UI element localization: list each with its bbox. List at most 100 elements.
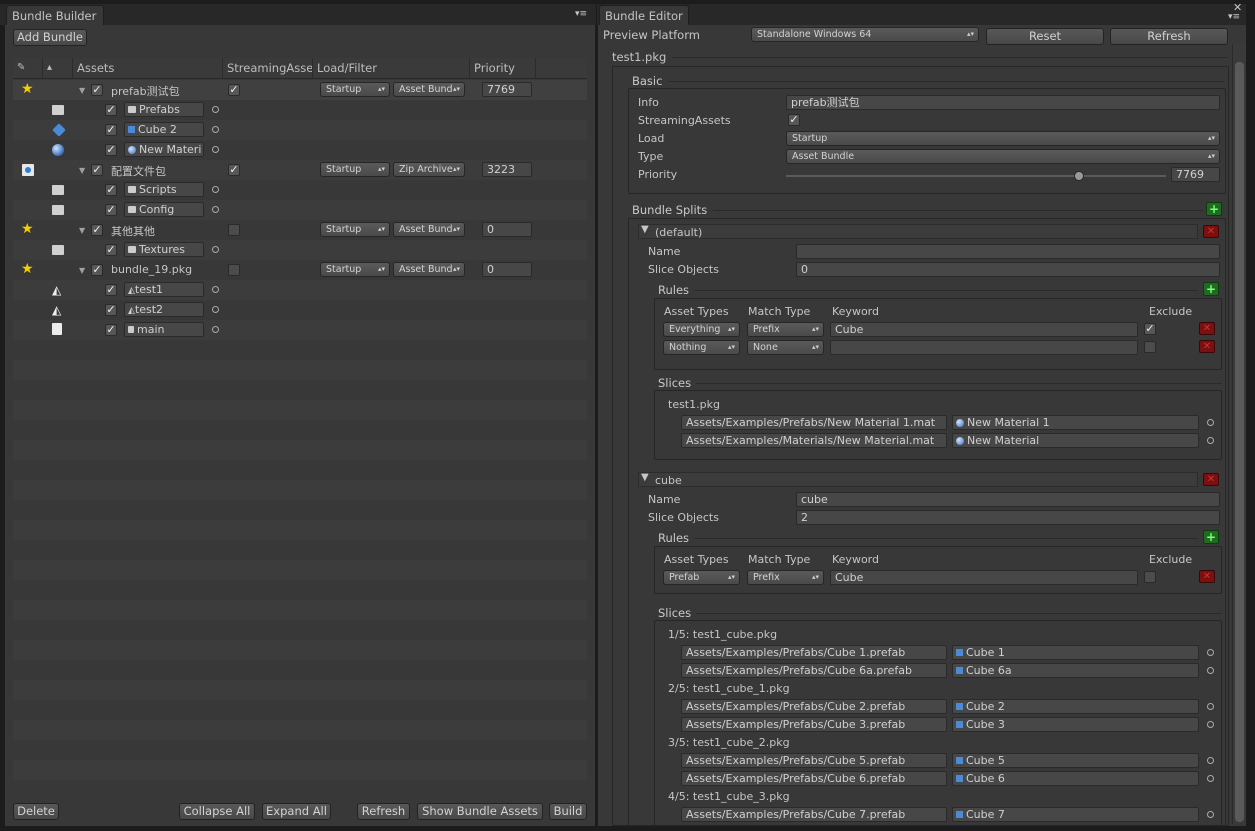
- delete-button[interactable]: Delete: [13, 803, 59, 820]
- fold-arrow-icon[interactable]: ▼: [79, 266, 85, 275]
- asset-checkbox[interactable]: ✓: [105, 324, 117, 336]
- slice-object-field[interactable]: New Material: [952, 433, 1199, 448]
- object-picker-icon[interactable]: [1207, 703, 1214, 710]
- priority-field[interactable]: 0: [482, 262, 532, 277]
- streaming-column-header[interactable]: StreamingAsse: [223, 58, 313, 78]
- tree-row[interactable]: [13, 200, 587, 220]
- load-dropdown[interactable]: Startup ▴▾: [320, 162, 390, 177]
- platform-dropdown[interactable]: Standalone Windows 64 ▴▾: [751, 27, 979, 42]
- object-picker-icon[interactable]: [212, 286, 219, 293]
- tab-bundle-builder[interactable]: Bundle Builder: [6, 5, 104, 25]
- asset-checkbox[interactable]: ✓: [105, 124, 117, 136]
- asset-checkbox[interactable]: ✓: [105, 104, 117, 116]
- slice-object-field[interactable]: Cube 2: [952, 699, 1199, 714]
- object-picker-icon[interactable]: [1207, 811, 1214, 818]
- info-field[interactable]: prefab测试包: [786, 95, 1220, 110]
- tree-row[interactable]: [13, 320, 587, 340]
- type-select[interactable]: Asset Bundle ▴▾: [786, 149, 1220, 164]
- asset-field[interactable]: Cube 2: [124, 122, 204, 137]
- slice-object-field[interactable]: Cube 7: [952, 807, 1199, 822]
- collapse-all-button[interactable]: Collapse All: [179, 803, 255, 820]
- slice-objects-field[interactable]: 2: [796, 510, 1220, 525]
- asset-field[interactable]: New Materi: [124, 142, 204, 157]
- slice-object-field[interactable]: Cube 5: [952, 753, 1199, 768]
- bundle-enabled-checkbox[interactable]: ✓: [91, 84, 103, 96]
- object-picker-icon[interactable]: [212, 306, 219, 313]
- remove-split-button[interactable]: ✕: [1203, 225, 1219, 238]
- load-select[interactable]: Startup ▴▾: [786, 131, 1220, 146]
- asset-field[interactable]: Textures: [124, 242, 204, 257]
- object-picker-icon[interactable]: [212, 206, 219, 213]
- object-picker-icon[interactable]: [212, 106, 219, 113]
- slice-object-field[interactable]: Cube 3: [952, 717, 1199, 732]
- split-cube-header[interactable]: [638, 472, 1198, 487]
- streaming-checkbox[interactable]: ✓: [228, 84, 240, 96]
- asset-checkbox[interactable]: ✓: [105, 204, 117, 216]
- asset-field[interactable]: Config: [124, 202, 204, 217]
- remove-rule-button[interactable]: ✕: [1199, 570, 1215, 583]
- keyword-input[interactable]: [830, 340, 1138, 355]
- object-picker-icon[interactable]: [212, 126, 219, 133]
- match-type-dropdown[interactable]: Prefix ▴▾: [747, 570, 824, 585]
- tree-row[interactable]: [13, 120, 587, 140]
- object-picker-icon[interactable]: [212, 326, 219, 333]
- streaming-checkbox[interactable]: ✓: [228, 164, 240, 176]
- streaming-checkbox[interactable]: [228, 264, 240, 276]
- tab-bundle-editor[interactable]: Bundle Editor: [599, 5, 689, 25]
- expand-all-button[interactable]: Expand All: [262, 803, 331, 820]
- tree-row[interactable]: [13, 280, 587, 300]
- add-rule-button[interactable]: +: [1203, 282, 1219, 296]
- slice-object-field[interactable]: Cube 6: [952, 771, 1199, 786]
- type-dropdown[interactable]: Zip Archive ▴▾: [393, 162, 465, 177]
- slice-objects-field[interactable]: 0: [796, 262, 1220, 277]
- bundle-enabled-checkbox[interactable]: ✓: [91, 224, 103, 236]
- load-dropdown[interactable]: Startup ▴▾: [320, 262, 390, 277]
- show-bundle-assets-button[interactable]: Show Bundle Assets: [417, 803, 543, 820]
- reset-button[interactable]: Reset: [986, 28, 1104, 45]
- object-picker-icon[interactable]: [1207, 775, 1214, 782]
- asset-types-dropdown[interactable]: Prefab ▴▾: [663, 570, 740, 585]
- add-rule-button[interactable]: +: [1203, 530, 1219, 544]
- refresh-button[interactable]: Refresh: [357, 803, 410, 820]
- type-dropdown[interactable]: Asset Bund ▴▾: [393, 222, 465, 237]
- slice-object-field[interactable]: New Material 1: [952, 415, 1199, 430]
- assets-column-header[interactable]: Assets: [73, 58, 223, 78]
- scrollbar-thumb[interactable]: [1235, 62, 1244, 822]
- object-picker-icon[interactable]: [1207, 757, 1214, 764]
- object-picker-icon[interactable]: [1207, 437, 1214, 444]
- load-dropdown[interactable]: Startup ▴▾: [320, 222, 390, 237]
- exclude-checkbox[interactable]: ✓: [1144, 323, 1156, 335]
- keyword-input[interactable]: Cube: [830, 322, 1138, 337]
- bundle-enabled-checkbox[interactable]: ✓: [91, 164, 103, 176]
- asset-types-dropdown[interactable]: Nothing ▴▾: [663, 340, 740, 355]
- asset-field[interactable]: ◭test2: [124, 302, 204, 317]
- fold-arrow-icon[interactable]: ▼: [79, 226, 85, 235]
- keyword-input[interactable]: Cube: [830, 570, 1138, 585]
- load-dropdown[interactable]: Startup ▴▾: [320, 82, 390, 97]
- tree-row[interactable]: [13, 100, 587, 120]
- exclude-checkbox[interactable]: [1144, 571, 1156, 583]
- remove-rule-button[interactable]: ✕: [1199, 340, 1215, 353]
- type-dropdown[interactable]: Asset Bund ▴▾: [393, 82, 465, 97]
- split-fold-arrow-icon[interactable]: ▼: [641, 472, 649, 483]
- priority-value-field[interactable]: 7769: [1171, 167, 1220, 182]
- asset-field[interactable]: main: [124, 322, 204, 337]
- remove-split-button[interactable]: ✕: [1203, 473, 1219, 486]
- asset-checkbox[interactable]: ✓: [105, 144, 117, 156]
- streaming-checkbox[interactable]: [228, 224, 240, 236]
- bundle-enabled-checkbox[interactable]: ✓: [91, 264, 103, 276]
- add-split-button[interactable]: +: [1206, 202, 1222, 216]
- split-fold-arrow-icon[interactable]: ▼: [641, 224, 649, 235]
- split-name-field[interactable]: [796, 244, 1220, 259]
- object-picker-icon[interactable]: [212, 146, 219, 153]
- editor-refresh-button[interactable]: Refresh: [1110, 28, 1228, 45]
- type-dropdown[interactable]: Asset Bund ▴▾: [393, 262, 465, 277]
- left-panel-menu-icon[interactable]: ▾≡: [575, 9, 587, 19]
- priority-slider-thumb[interactable]: [1074, 171, 1084, 181]
- fold-arrow-icon[interactable]: ▼: [79, 86, 85, 95]
- object-picker-icon[interactable]: [212, 246, 219, 253]
- tree-row[interactable]: [13, 180, 587, 200]
- split-default-header[interactable]: [638, 224, 1198, 239]
- fold-arrow-icon[interactable]: ▼: [79, 166, 85, 175]
- match-type-dropdown[interactable]: Prefix ▴▾: [747, 322, 824, 337]
